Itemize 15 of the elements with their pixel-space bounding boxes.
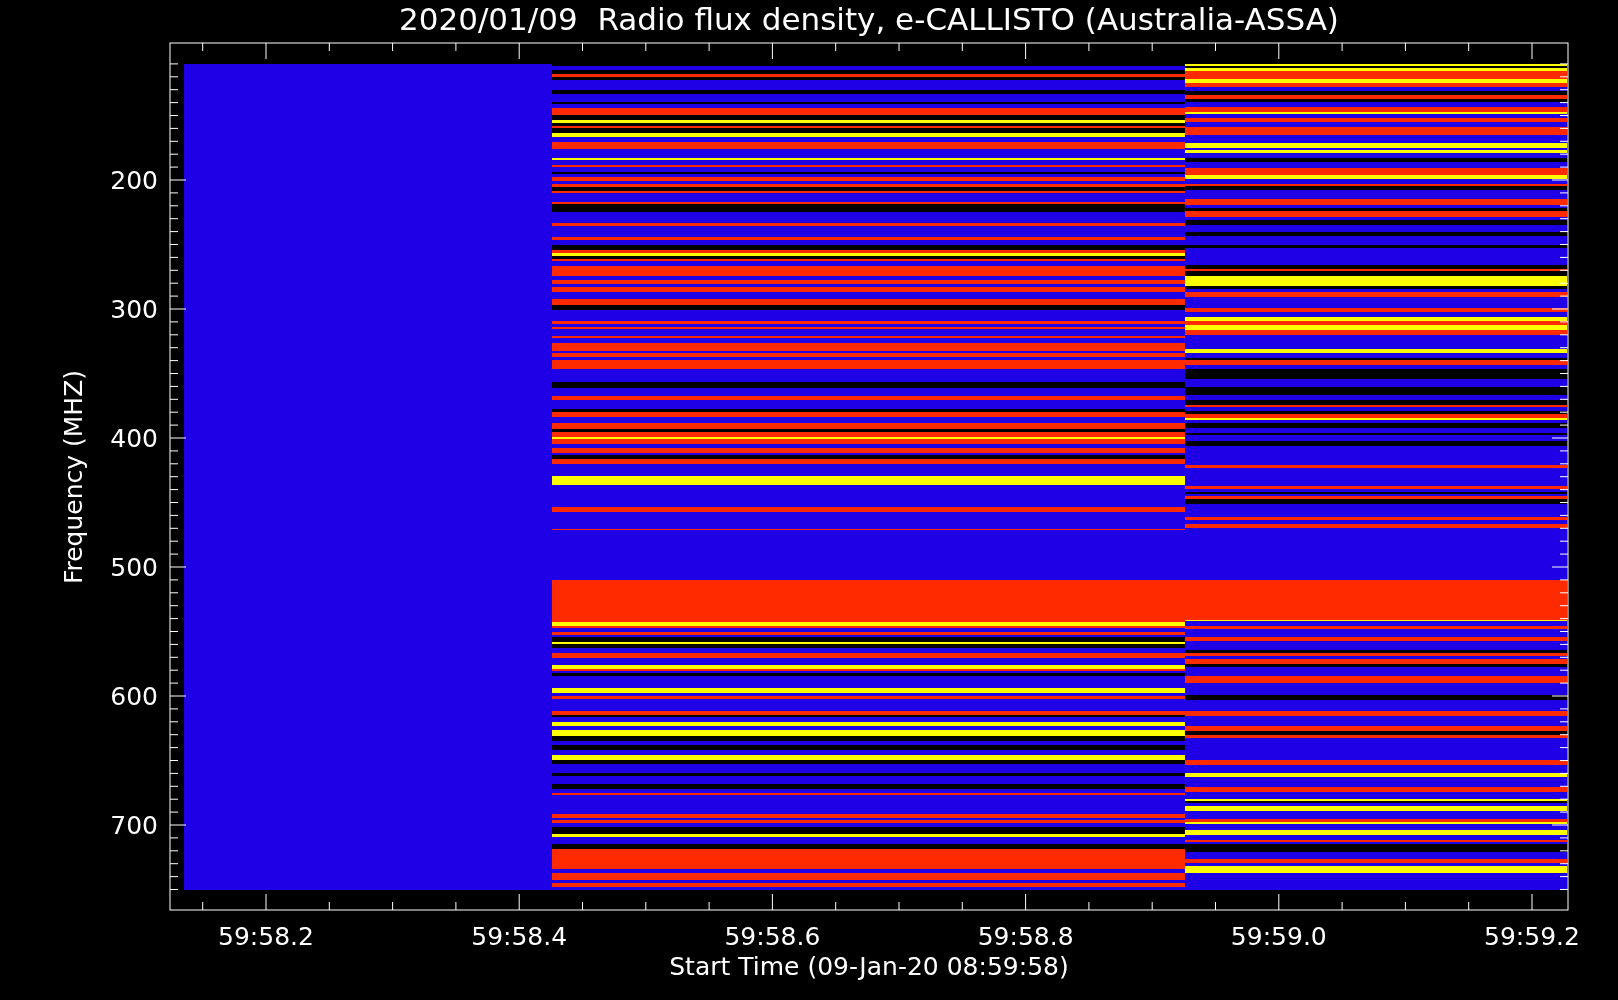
y-tick-label: 200 [110,166,158,195]
x-tick-label: 59:58.2 [218,922,314,951]
x-tick-label: 59:59.0 [1230,922,1327,951]
x-tick-label: 59:58.4 [471,922,568,951]
y-tick-label: 300 [110,295,158,324]
x-axis-label: Start Time (09-Jan-20 08:59:58) [669,952,1069,981]
x-tick-label: 59:58.6 [724,922,821,951]
x-tick-label: 59:58.8 [977,922,1074,951]
chart-title: 2020/01/09 Radio flux density, e-CALLISTO (Australia-ASSA) [399,1,1339,37]
y-tick-label: 400 [110,424,158,453]
y-tick-label: 600 [110,682,158,711]
y-tick-label: 500 [110,553,158,582]
y-axis-label: Frequency (MHZ) [59,369,88,585]
x-tick-label: 59:59.2 [1484,922,1580,951]
y-tick-label: 700 [110,811,158,840]
